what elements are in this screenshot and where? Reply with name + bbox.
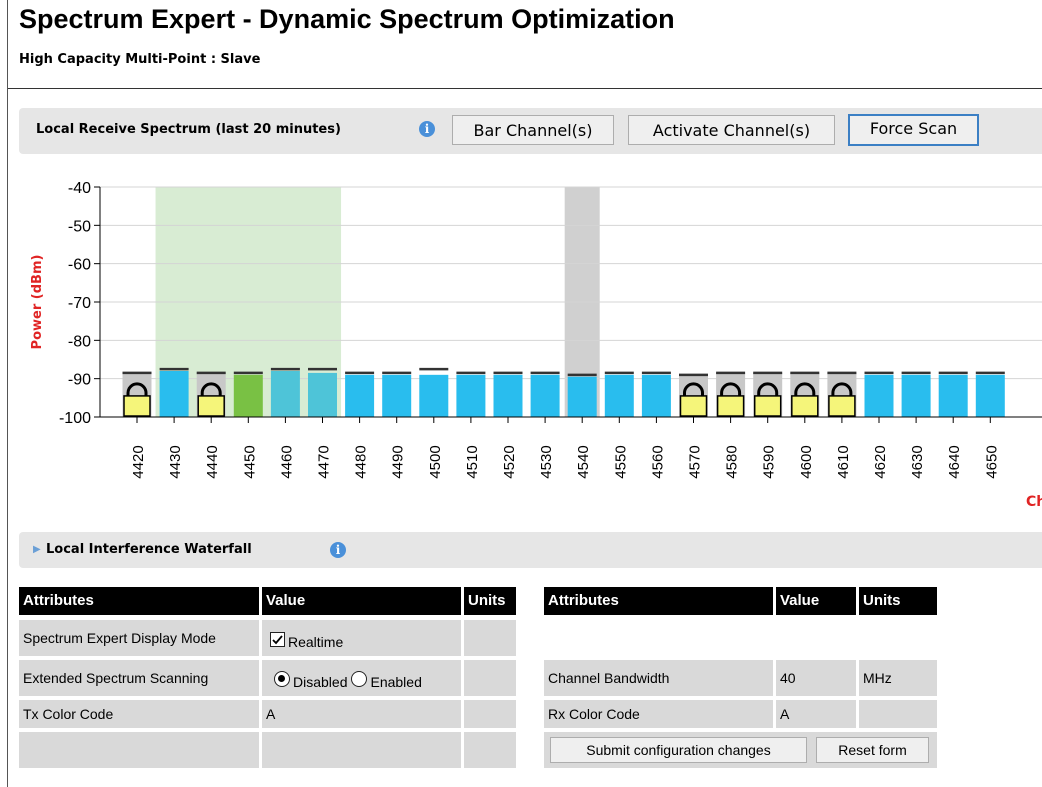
realtime-label: Realtime [288,634,344,651]
empty-cell [19,732,259,768]
column-header: Value [776,587,856,615]
y-tick-label: -90 [68,372,91,389]
extended-scan-value: Disabled Enabled [262,660,461,696]
power-bar [567,376,597,417]
expand-arrow-icon[interactable]: ▶ [33,544,41,555]
column-header: Attributes [544,587,773,615]
x-tick-label: 4650 [983,445,1000,478]
x-tick-label: 4500 [427,445,444,478]
power-bar [233,374,263,417]
x-tick-label: 4420 [130,445,147,478]
power-bar [641,374,671,417]
units-cell [464,660,516,696]
power-bar [419,374,449,417]
enabled-radio[interactable] [351,671,368,688]
column-header: Attributes [19,587,259,615]
power-bar [493,374,523,417]
x-tick-label: 4520 [501,445,518,478]
x-tick-label: 4610 [835,445,852,478]
units-cell: MHz [859,660,937,696]
axis-title-fragment: Ch [1026,494,1042,510]
power-bar [345,374,375,417]
column-header: Units [464,587,516,615]
units-cell [464,620,516,656]
attribute-label: Spectrum Expert Display Mode [19,620,259,656]
column-header: Units [859,587,937,615]
submit-button[interactable]: Submit configuration changes [550,737,807,763]
x-tick-label: 4580 [724,445,741,478]
reset-button[interactable]: Reset form [816,737,929,763]
tx-color-code-value: A [262,700,461,728]
power-bar [308,372,337,417]
x-tick-label: 4430 [167,445,184,478]
power-bar [975,374,1005,417]
y-tick-label: -80 [68,333,91,350]
barred-bar [753,395,782,417]
attribute-label: Extended Spectrum Scanning [19,660,259,696]
power-bar [456,374,486,417]
y-tick-label: -50 [68,218,91,235]
barred-bar [197,395,225,417]
units-cell [464,700,516,728]
barred-bar [791,395,819,417]
display-mode-value: Realtime [262,620,461,656]
empty-cell [464,732,516,768]
x-tick-label: 4530 [538,445,555,478]
power-bar [530,374,560,417]
x-tick-label: 4600 [798,445,815,478]
power-bar [382,374,412,417]
x-tick-label: 4550 [612,445,629,478]
barred-bar [679,395,708,417]
empty-cell [262,732,461,768]
disabled-label: Disabled [293,674,348,691]
x-tick-label: 4460 [278,445,295,478]
y-axis-label: Power (dBm) [30,255,45,350]
power-bar [864,374,894,417]
info-icon[interactable]: i [330,542,346,558]
x-tick-label: 4560 [649,445,666,478]
x-tick-label: 4450 [241,445,258,478]
power-bar [938,374,968,417]
barred-bar [123,395,151,417]
waterfall-title: Local Interference Waterfall [46,542,252,557]
attribute-label: Rx Color Code [544,700,773,728]
y-tick-label: -40 [68,180,91,197]
power-bar [901,374,931,417]
y-tick-label: -60 [68,257,91,274]
waterfall-header[interactable]: ▶ Local Interference Waterfall i [19,532,1042,568]
x-tick-label: 4510 [464,445,481,478]
realtime-checkbox[interactable] [270,631,285,647]
disabled-radio[interactable] [274,671,290,688]
x-tick-label: 4620 [872,445,889,478]
column-header: Value [262,587,461,615]
units-cell [859,700,937,728]
rx-color-code-value: A [776,700,856,728]
barred-bar [716,395,745,417]
y-tick-label: -70 [68,295,91,312]
attribute-label: Tx Color Code [19,700,259,728]
enabled-label: Enabled [370,674,422,691]
attribute-label: Channel Bandwidth [544,660,773,696]
x-tick-label: 4640 [946,445,963,478]
x-tick-label: 4490 [390,445,407,478]
power-bar [159,371,189,417]
x-tick-label: 4470 [316,445,333,478]
power-bar [604,374,634,417]
spectrum-chart: -40 -50 -60 -70 -80 -90 -100 Power (dBm) 4420 443… [30,180,1042,479]
x-tick-label: 4440 [204,445,221,478]
barred-bar [828,395,856,417]
y-tick-label: -100 [59,410,91,427]
power-bar [270,371,300,417]
x-tick-label: 4570 [687,445,704,478]
channel-bandwidth-value: 40 [776,660,856,696]
x-tick-label: 4590 [761,445,778,478]
x-tick-label: 4630 [909,445,926,478]
x-tick-label: 4480 [353,445,370,478]
x-tick-label: 4540 [575,445,592,478]
